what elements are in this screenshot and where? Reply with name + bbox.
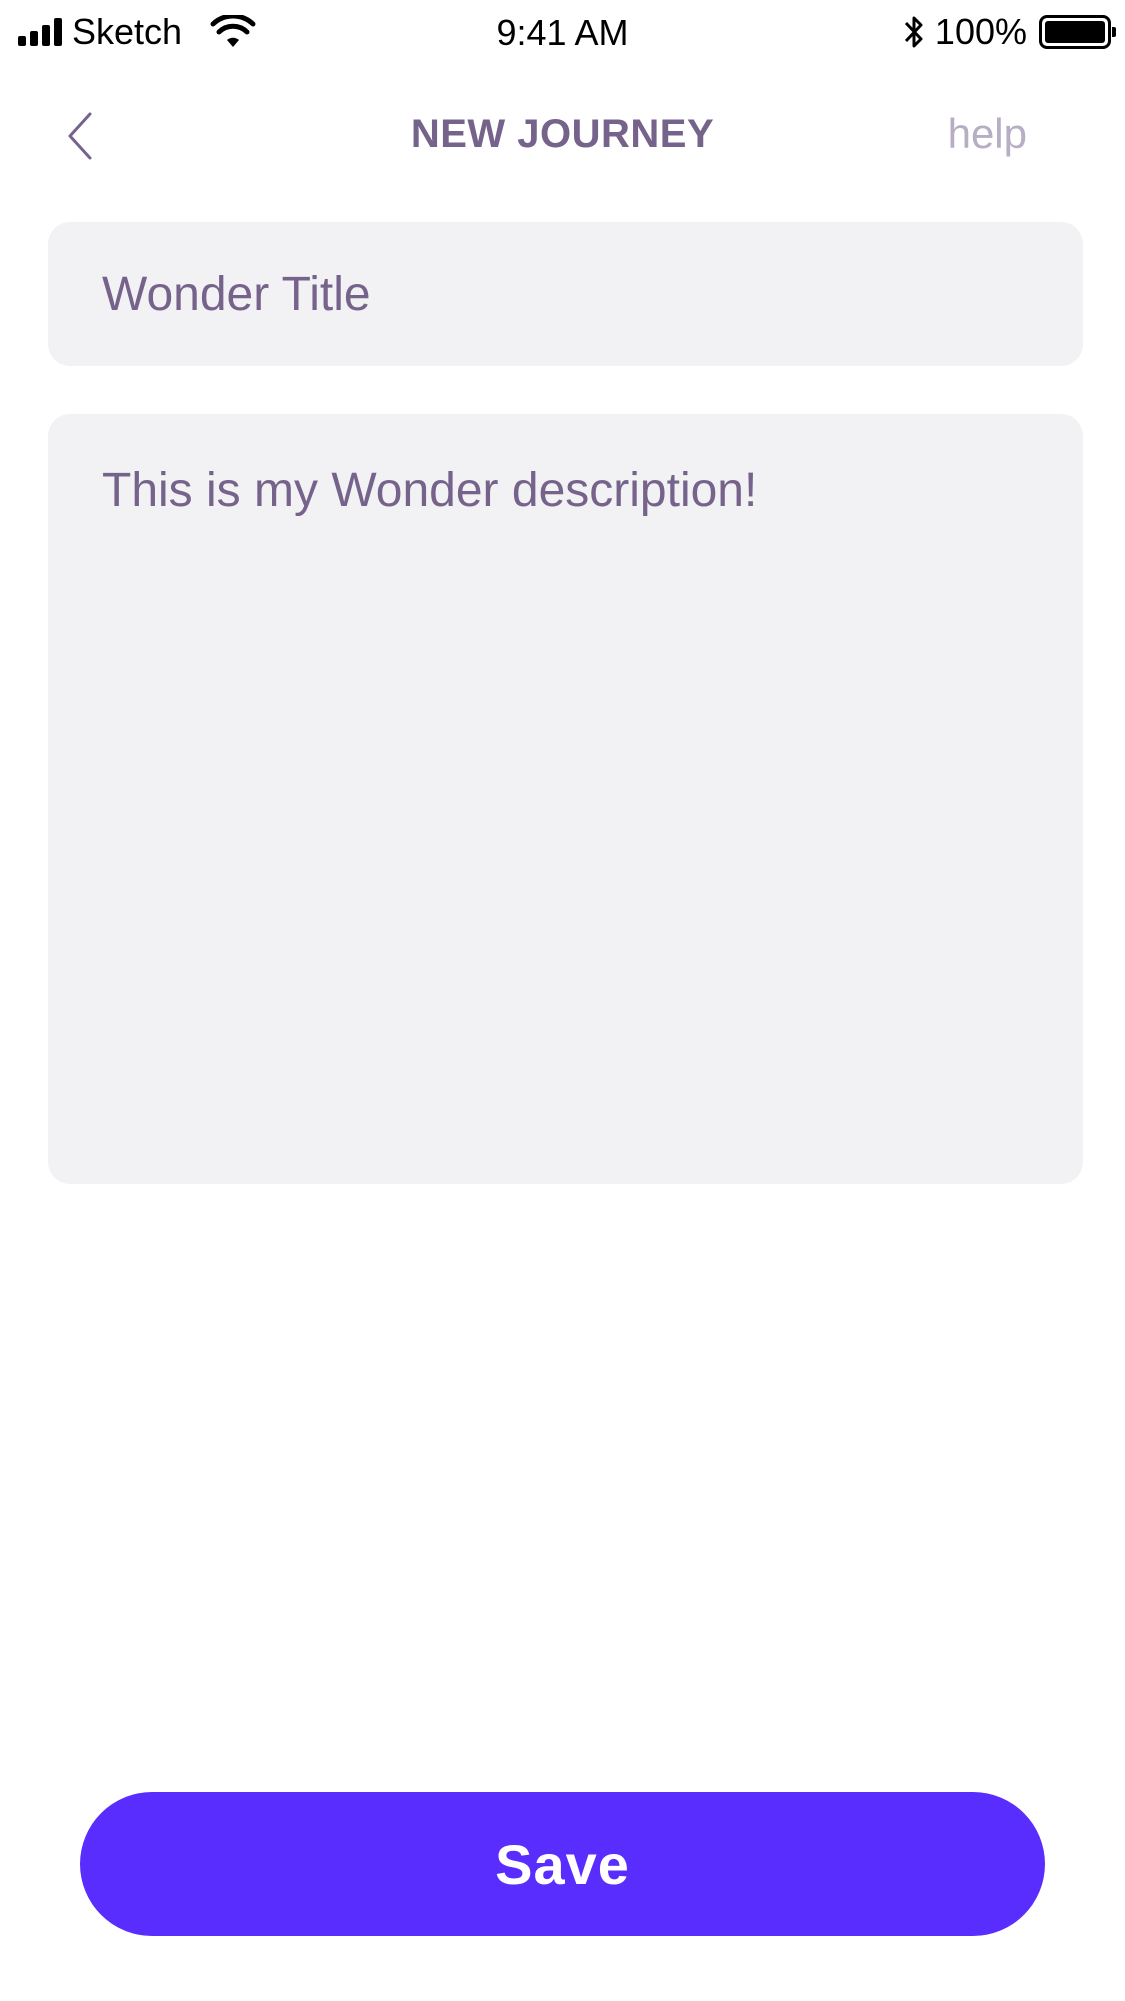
wonder-title-input[interactable]: Wonder Title [48, 222, 1083, 366]
help-link[interactable]: help [948, 110, 1027, 158]
battery-icon [1039, 15, 1116, 49]
status-bar-right: 100% [903, 11, 1116, 52]
status-bar: Sketch 9:41 AM 100% [0, 0, 1125, 66]
new-journey-screen: Sketch 9:41 AM 100% NEW JOURNEY help Won… [0, 0, 1125, 2001]
battery-percent: 100% [934, 11, 1027, 52]
save-button-label: Save [495, 1832, 630, 1896]
save-button[interactable]: Save [80, 1792, 1045, 1936]
wonder-title-value: Wonder Title [102, 267, 371, 321]
battery-cap [1112, 27, 1116, 37]
wonder-description-textarea[interactable]: This is my Wonder description! [48, 414, 1083, 1184]
wonder-description-value: This is my Wonder description! [102, 464, 758, 517]
battery-fill [1045, 21, 1105, 43]
bluetooth-icon [904, 16, 923, 48]
navigation-bar: NEW JOURNEY help [0, 90, 1125, 180]
